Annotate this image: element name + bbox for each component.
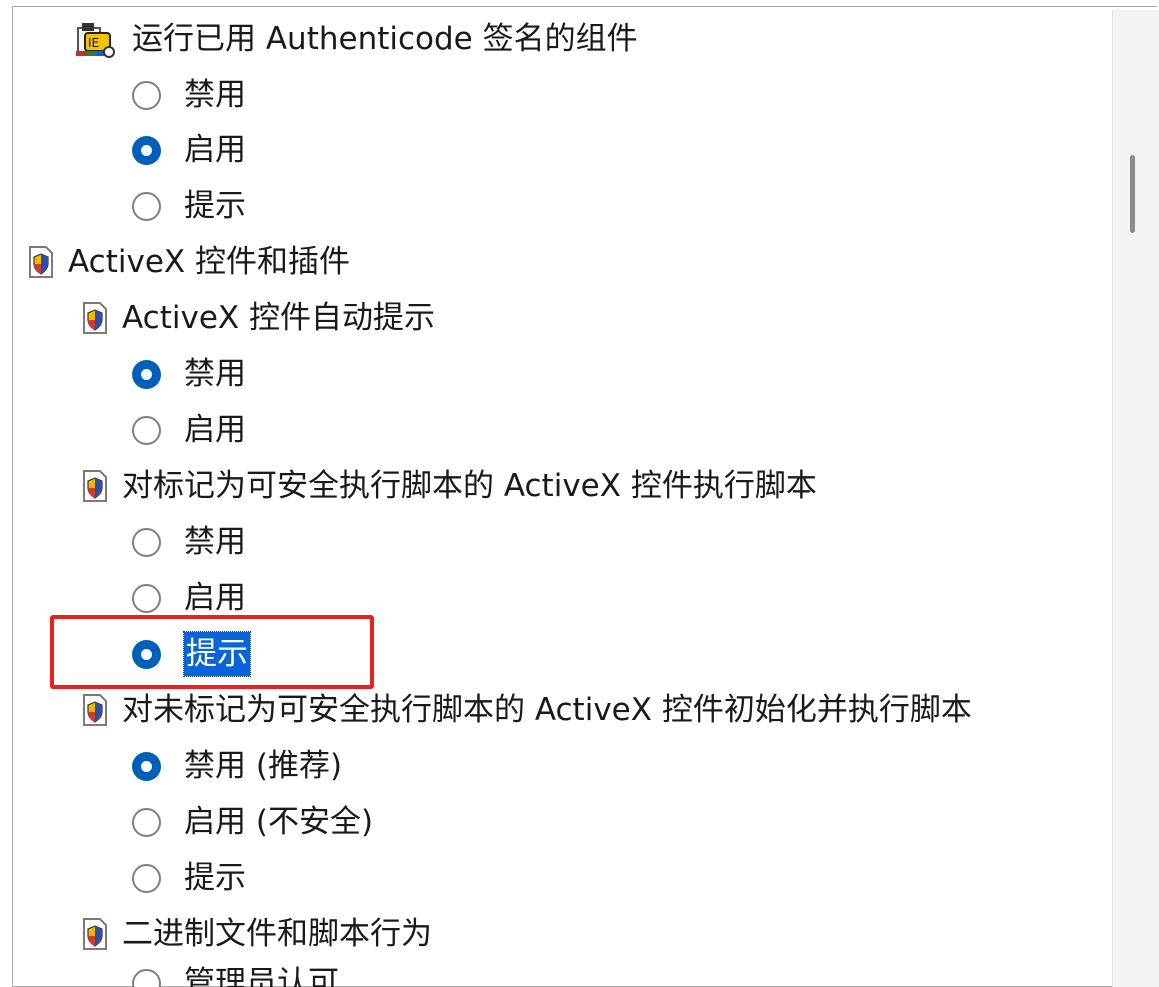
radio-option-authenticode-disable[interactable]: 禁用 <box>132 70 246 120</box>
radio-button[interactable] <box>132 191 161 221</box>
radio-button-checked[interactable] <box>132 751 161 781</box>
setting-binary-script-behaviors: 二进制文件和脚本行为 <box>82 909 432 959</box>
svg-text:IE: IE <box>88 36 99 50</box>
radio-label[interactable]: 禁用 <box>184 70 246 120</box>
radio-label[interactable]: 禁用 <box>184 517 246 567</box>
radio-button[interactable] <box>132 527 161 557</box>
category-activex: ActiveX 控件和插件 <box>28 237 350 287</box>
radio-button[interactable] <box>132 583 161 613</box>
setting-label: ActiveX 控件自动提示 <box>122 300 435 336</box>
radio-label[interactable]: 启用 <box>184 125 246 175</box>
category-activex-label: ActiveX 控件和插件 <box>68 244 350 280</box>
radio-label[interactable]: 启用 <box>184 405 246 455</box>
radio-button[interactable] <box>132 807 161 837</box>
radio-button-checked[interactable] <box>132 359 161 389</box>
setting-label: 对标记为可安全执行脚本的 ActiveX 控件执行脚本 <box>122 468 817 504</box>
radio-option-init-unsafe-disable[interactable]: 禁用 (推荐) <box>132 741 342 791</box>
radio-label[interactable]: 管理员认可 <box>184 958 339 987</box>
security-page-icon <box>83 470 107 502</box>
setting-script-safe-activex: 对标记为可安全执行脚本的 ActiveX 控件执行脚本 <box>82 461 817 511</box>
security-page-icon <box>83 302 107 334</box>
radio-label[interactable]: 禁用 (推荐) <box>184 741 342 791</box>
annotation-highlight-box <box>50 615 374 689</box>
radio-label[interactable]: 提示 <box>184 181 246 231</box>
vertical-scrollbar-track[interactable] <box>1112 10 1159 987</box>
radio-option-authenticode-prompt[interactable]: 提示 <box>132 181 246 231</box>
radio-option-init-unsafe-prompt[interactable]: 提示 <box>132 853 246 903</box>
vertical-scrollbar-thumb[interactable] <box>1130 155 1135 233</box>
security-page-icon <box>29 246 53 278</box>
radio-option-auto-prompt-enable[interactable]: 启用 <box>132 405 246 455</box>
setting-authenticode: IE 运行已用 Authenticode 签名的组件 <box>76 14 638 64</box>
radio-label[interactable]: 启用 (不安全) <box>184 797 373 847</box>
radio-option-auto-prompt-disable[interactable]: 禁用 <box>132 349 246 399</box>
radio-button[interactable] <box>132 415 161 445</box>
setting-label: 对未标记为可安全执行脚本的 ActiveX 控件初始化并执行脚本 <box>122 692 972 728</box>
radio-button[interactable] <box>132 80 161 110</box>
radio-label[interactable]: 禁用 <box>184 349 246 399</box>
setting-label: 二进制文件和脚本行为 <box>122 916 432 952</box>
security-page-icon <box>83 918 107 950</box>
setting-init-unsafe-activex: 对未标记为可安全执行脚本的 ActiveX 控件初始化并执行脚本 <box>82 685 972 735</box>
radio-option-init-unsafe-enable[interactable]: 启用 (不安全) <box>132 797 373 847</box>
radio-button-checked[interactable] <box>132 135 161 165</box>
radio-option-binary-admin-approved[interactable]: 管理员认可 <box>132 958 339 987</box>
radio-button[interactable] <box>132 968 161 987</box>
setting-activex-auto-prompt: ActiveX 控件自动提示 <box>82 293 435 343</box>
radio-label[interactable]: 提示 <box>184 853 246 903</box>
security-page-icon <box>83 694 107 726</box>
radio-option-authenticode-enable[interactable]: 启用 <box>132 125 246 175</box>
radio-option-script-safe-disable[interactable]: 禁用 <box>132 517 246 567</box>
radio-button[interactable] <box>132 863 161 893</box>
setting-authenticode-label: 运行已用 Authenticode 签名的组件 <box>132 21 638 57</box>
certificate-icon: IE <box>76 23 115 58</box>
